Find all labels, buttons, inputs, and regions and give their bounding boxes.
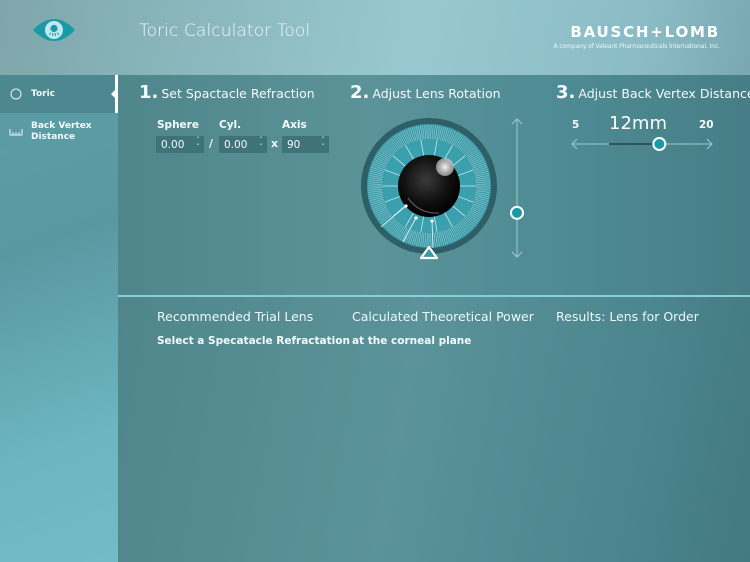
sidebar-item-toric[interactable]: Toric xyxy=(0,75,118,113)
rotation-vertical-slider[interactable] xyxy=(507,116,527,260)
ruler-icon xyxy=(1,128,31,136)
x-separator: x xyxy=(271,137,279,150)
app-header: Toric Calculator Tool BAUSCH+LOMB A comp… xyxy=(0,0,750,75)
lens-for-order-heading: Results: Lens for Order xyxy=(556,309,699,324)
recommended-trial-lens-subtext: Select a Specatacle Refractation xyxy=(157,335,350,347)
stepper-chevrons-icon[interactable]: ˆˇ xyxy=(259,137,263,152)
sphere-stepper[interactable]: 0.00 ˆˇ xyxy=(156,136,204,153)
brand-name: BAUSCH+LOMB xyxy=(570,23,720,41)
theoretical-power-subtext: at the corneal plane xyxy=(352,335,472,347)
sphere-label: Sphere xyxy=(157,119,199,131)
slash-separator: / xyxy=(209,137,214,150)
sidebar-item-label: Toric xyxy=(31,88,55,99)
sidebar-item-back-vertex-distance[interactable]: Back Vertex Distance xyxy=(0,113,118,150)
active-caret-icon xyxy=(111,90,115,98)
slider-thumb[interactable] xyxy=(510,205,524,220)
recommended-trial-lens-heading: Recommended Trial Lens xyxy=(157,309,314,324)
sidebar-item-label: Back Vertex Distance xyxy=(31,120,92,142)
axis-stepper[interactable]: 90 ˆˇ xyxy=(282,136,329,153)
sidebar: Toric Back Vertex Distance xyxy=(0,75,118,562)
brand-logo: BAUSCH+LOMB A company of Valeant Pharmac… xyxy=(553,23,721,50)
slider-thumb[interactable] xyxy=(652,137,667,151)
stepper-chevrons-icon[interactable]: ˆˇ xyxy=(196,137,200,152)
step3-title: 3. Adjust Back Vertex Distance xyxy=(556,82,750,103)
bvd-max-label: 20 xyxy=(699,119,714,131)
stepper-chevrons-icon[interactable]: ˆˇ xyxy=(321,137,325,152)
cyl-stepper[interactable]: 0.00 ˆˇ xyxy=(219,136,267,153)
eye-icon xyxy=(33,19,75,41)
step2-title: 2. Adjust Lens Rotation xyxy=(350,82,501,103)
cyl-label: Cyl. xyxy=(219,119,242,131)
lens-rotation-dial[interactable] xyxy=(359,117,499,262)
step1-title: 1. Set Spactacle Refraction xyxy=(139,82,315,103)
app-title: Toric Calculator Tool xyxy=(139,21,311,41)
circle-icon xyxy=(1,88,31,100)
bvd-value: 12mm xyxy=(609,113,667,134)
theoretical-power-heading: Calculated Theoretical Power xyxy=(352,309,534,324)
axis-label: Axis xyxy=(282,119,307,131)
lens-glint xyxy=(436,158,454,176)
bvd-min-label: 5 xyxy=(572,119,580,131)
brand-tagline: A company of Valeant Pharmaceuticals Int… xyxy=(553,43,721,50)
back-vertex-distance-slider[interactable] xyxy=(569,134,715,154)
